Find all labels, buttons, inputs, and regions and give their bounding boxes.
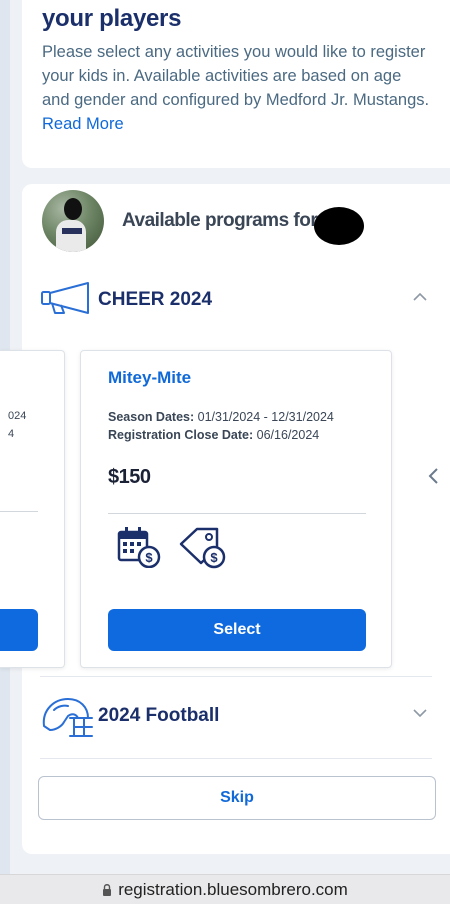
- read-more-link[interactable]: Read More: [42, 115, 124, 133]
- intro-card: your players Please select any activitie…: [22, 0, 450, 168]
- avatar: [42, 190, 104, 252]
- close-date-label: Registration Close Date:: [108, 428, 254, 442]
- redacted-name: [314, 207, 364, 245]
- avatar-figure-body: [56, 220, 86, 252]
- section-header-football[interactable]: 2024 Football: [40, 696, 436, 737]
- program-price: $150: [108, 466, 151, 488]
- section-divider: [40, 676, 432, 677]
- intro-title: your players: [42, 5, 182, 32]
- intro-text: Please select any activities you would l…: [42, 40, 432, 136]
- megaphone-icon: [41, 282, 89, 314]
- svg-text:$: $: [145, 550, 153, 565]
- lock-icon: [103, 884, 112, 896]
- section-header-cheer[interactable]: CHEER 2024: [40, 280, 436, 320]
- card-divider: [108, 513, 366, 514]
- url-text: registration.bluesombrero.com: [118, 879, 348, 899]
- partial-select-button[interactable]: [0, 609, 38, 651]
- football-helmet-icon: [42, 698, 93, 737]
- section-title-football: 2024 Football: [98, 705, 220, 726]
- svg-text:$: $: [210, 550, 218, 565]
- registration-close-date: Registration Close Date: 06/16/2024: [108, 428, 319, 442]
- season-dates-label: Season Dates:: [108, 410, 195, 424]
- program-card: Mitey-Mite Season Dates: 01/31/2024 - 12…: [80, 350, 392, 668]
- chevron-down-icon[interactable]: [412, 708, 428, 718]
- season-dates: Season Dates: 01/31/2024 - 12/31/2024: [108, 410, 334, 424]
- intro-description: Please select any activities you would l…: [42, 43, 430, 109]
- programs-heading: Available programs for: [122, 210, 318, 231]
- partial-divider: [0, 511, 38, 512]
- programs-card: Available programs for CHEER 2024 024 4 …: [0, 184, 450, 854]
- program-carousel[interactable]: 024 4 Mitey-Mite Season Dates: 01/31/202…: [0, 350, 450, 668]
- calendar-dollar-icon: $: [117, 527, 161, 568]
- price-tag-icon: $: [179, 527, 226, 569]
- close-date-value: 06/16/2024: [256, 428, 320, 442]
- chevron-up-icon[interactable]: [412, 292, 428, 302]
- avatar-figure-stripe: [62, 228, 82, 234]
- program-name: Mitey-Mite: [108, 368, 192, 387]
- section-divider: [40, 758, 432, 759]
- browser-address-bar[interactable]: registration.bluesombrero.com: [0, 874, 450, 904]
- avatar-redacted-face: [64, 198, 82, 220]
- select-button[interactable]: Select: [108, 609, 366, 651]
- section-title-cheer: CHEER 2024: [98, 289, 213, 310]
- program-card-partial[interactable]: 024 4: [0, 350, 65, 668]
- chevron-left-icon[interactable]: [426, 466, 442, 486]
- partial-season-dates: 024: [8, 410, 27, 422]
- season-dates-value: 01/31/2024 - 12/31/2024: [197, 410, 334, 424]
- skip-button[interactable]: Skip: [38, 776, 436, 820]
- partial-close-date: 4: [8, 428, 15, 440]
